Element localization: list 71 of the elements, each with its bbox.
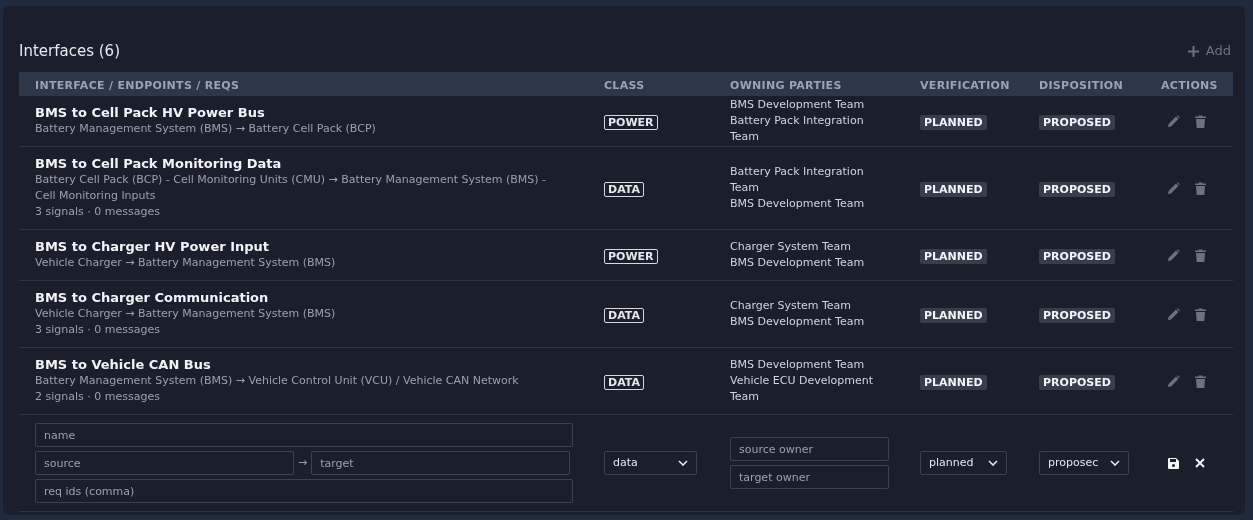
owner-text: Vehicle ECU Development Team (730, 373, 875, 405)
select-dropdown[interactable]: data (604, 451, 697, 475)
trash-icon[interactable] (1195, 181, 1206, 195)
disposition-badge: PROPOSED (1039, 375, 1115, 390)
endpoints-text: Vehicle Charger → Battery Management System (BMS) (35, 306, 337, 322)
owner-text: BMS Development Team (730, 255, 866, 271)
pencil-icon[interactable] (1167, 181, 1180, 195)
owner-text: Charger System Team (730, 239, 853, 255)
panel-title: Interfaces (6) (19, 40, 120, 62)
endpoints-text: Battery Management System (BMS) → Vehicle Control Unit (VCU) / Vehicle CAN Network (35, 373, 520, 389)
select-dropdown[interactable]: planned (920, 451, 1007, 475)
trash-icon[interactable] (1195, 374, 1206, 388)
owner-text: BMS Development Team (730, 196, 866, 212)
pencil-icon[interactable] (1167, 248, 1180, 262)
column-header: DISPOSITION (1039, 79, 1124, 92)
trash-icon[interactable] (1195, 307, 1206, 321)
chevron-down-icon (678, 460, 688, 466)
chevron-down-icon (988, 460, 998, 466)
verification-badge: PLANNED (920, 115, 987, 130)
pencil-icon[interactable] (1167, 374, 1180, 388)
interface-name: BMS to Vehicle CAN Bus (35, 357, 212, 373)
column-header: OWNING PARTIES (730, 79, 842, 92)
class-badge: DATA (604, 375, 644, 390)
plus-icon (1186, 44, 1200, 58)
select-dropdown[interactable]: proposec (1039, 451, 1129, 475)
chevron-down-icon (1110, 460, 1120, 466)
counts-text: 3 signals · 0 messages (35, 322, 161, 338)
arrow-text: → (298, 454, 308, 471)
verification-badge: PLANNED (920, 375, 987, 390)
disposition-badge: PROPOSED (1039, 308, 1115, 323)
class-badge: DATA (604, 308, 644, 323)
verification-badge: PLANNED (920, 182, 987, 197)
owner-text: BMS Development Team (730, 314, 866, 330)
endpoints-text: Vehicle Charger → Battery Management System (BMS) (35, 255, 337, 271)
column-header: VERIFICATION (920, 79, 1010, 92)
owner-text: Battery Pack Integration Team (730, 164, 865, 196)
pencil-icon[interactable] (1167, 114, 1180, 128)
interface-name: BMS to Cell Pack HV Power Bus (35, 105, 266, 121)
owner-text: Battery Pack Integration Team (730, 113, 865, 145)
trash-icon[interactable] (1195, 248, 1206, 262)
interface-name: BMS to Charger Communication (35, 290, 270, 306)
endpoints-text: Battery Management System (BMS) → Battery Cell Pack (BCP) (35, 121, 377, 137)
text-input[interactable]: source owner (730, 437, 889, 461)
text-input[interactable]: req ids (comma) (35, 479, 573, 503)
counts-text: 2 signals · 0 messages (35, 389, 161, 405)
column-header: ACTIONS (1161, 79, 1218, 92)
text-input[interactable]: name (35, 423, 573, 447)
owner-text: Charger System Team (730, 298, 853, 314)
column-header: CLASS (604, 79, 645, 92)
interface-name: BMS to Charger HV Power Input (35, 239, 270, 255)
interface-name: BMS to Cell Pack Monitoring Data (35, 156, 283, 172)
trash-icon[interactable] (1195, 114, 1206, 128)
disposition-badge: PROPOSED (1039, 115, 1115, 130)
disposition-badge: PROPOSED (1039, 182, 1115, 197)
save-icon[interactable] (1168, 457, 1179, 469)
verification-badge: PLANNED (920, 308, 987, 323)
endpoints-text: Battery Cell Pack (BCP) - Cell Monitoring Units (CMU) → Battery Management System (BMS) - Cell Monitoring Inputs (35, 172, 548, 204)
verification-badge: PLANNED (920, 249, 987, 264)
text-input[interactable]: target owner (730, 465, 889, 489)
text-input[interactable]: target (311, 451, 571, 475)
owner-text: BMS Development Team (730, 97, 866, 113)
close-icon[interactable] (1195, 458, 1205, 468)
class-badge: DATA (604, 182, 644, 197)
pencil-icon[interactable] (1167, 307, 1180, 321)
counts-text: 3 signals · 0 messages (35, 204, 161, 220)
owner-text: BMS Development Team (730, 357, 866, 373)
column-header: INTERFACE / ENDPOINTS / REQS (35, 79, 240, 92)
class-badge: POWER (604, 115, 658, 130)
class-badge: POWER (604, 249, 658, 264)
text-input[interactable]: source (35, 451, 294, 475)
disposition-badge: PROPOSED (1039, 249, 1115, 264)
